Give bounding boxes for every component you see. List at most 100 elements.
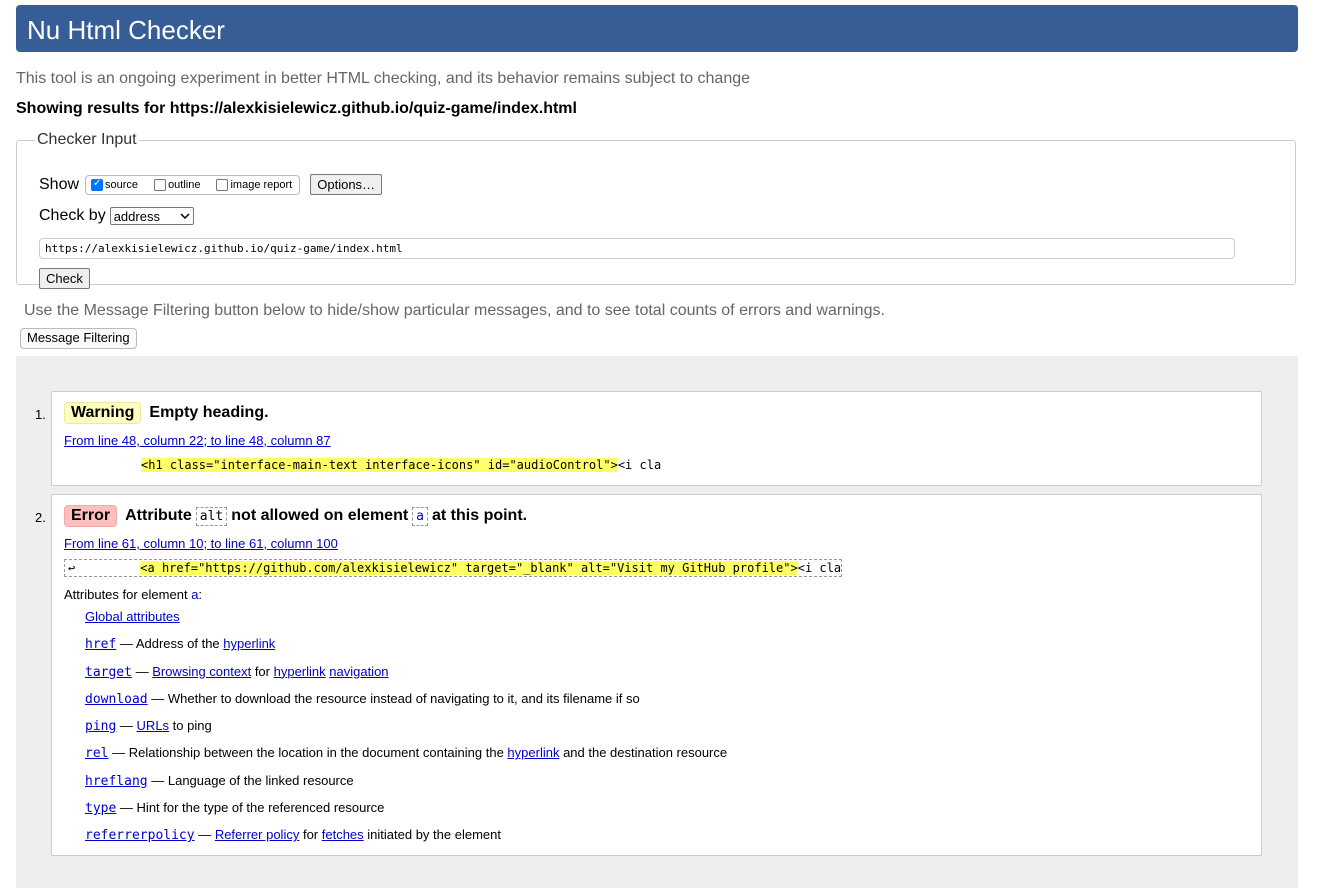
message-text-pre: Attribute [125,507,192,524]
attribute-description: initiated by the element [363,827,501,843]
attribute-name-link[interactable]: type [85,801,116,816]
check-by-select[interactable]: address [109,207,194,225]
message-head: Warning Empty heading. [64,402,269,424]
intro-text: This tool is an ongoing experiment in be… [16,70,751,87]
message-text: Empty heading. [149,404,269,421]
attribute-separator: — [116,800,137,816]
app-header: Nu Html Checker [16,5,1298,52]
check-by-select-value: address [113,208,160,224]
message-filtering-button[interactable]: Message Filtering [20,328,137,349]
attribute-name-link[interactable]: target [85,665,132,680]
show-row: Show source outline image report Options… [39,174,383,195]
message-location-link[interactable]: From line 61, column 10; to line 61, col… [64,536,338,551]
attributes-title: Attributes for element a: [64,587,202,602]
attribute-name-link[interactable]: ping [85,719,116,734]
global-attributes-item: Global attributes [85,608,727,635]
attribute-description: for [251,663,274,679]
attribute-item: download — Whether to download the resou… [85,690,727,717]
definition-link[interactable]: fetches [322,827,364,842]
results-panel: 1. Warning Empty heading. From line 48, … [16,356,1298,888]
attribute-item: type — Hint for the type of the referenc… [85,799,727,826]
attribute-name-link[interactable]: rel [85,746,108,761]
options-button[interactable]: Options… [310,174,383,195]
source-extract: ↩ <a href="https://github.com/alexkisiel… [64,559,843,577]
check-by-label: Check by [39,207,106,224]
attribute-separator: — [108,745,129,761]
attributes-title-text: Attributes for element [64,587,188,602]
message-location-link[interactable]: From line 48, column 22; to line 48, col… [64,433,331,448]
attribute-item: target — Browsing context for hyperlink … [85,663,727,690]
showing-results-text: Showing results for https://alexkisielew… [16,100,577,117]
attribute-name-link[interactable]: download [85,692,148,707]
attribute-description: to ping [169,718,212,734]
attribute-separator: — [116,636,136,652]
show-outline-option[interactable]: outline [152,178,201,191]
attribute-separator: — [147,772,168,788]
definition-link[interactable]: URLs [137,718,170,733]
outline-checkbox[interactable] [154,178,167,191]
message-number: 1. [35,407,46,422]
image-report-checkbox[interactable] [216,178,229,191]
chevron-down-icon [180,213,190,219]
attribute-description: Hint for the type of the referenced reso… [136,800,385,816]
error-badge: Error [64,505,118,527]
attribute-name-link[interactable]: href [85,637,116,652]
url-input[interactable]: https://alexkisielewicz.github.io/quiz-g… [39,238,1235,259]
attribute-item: href — Address of the hyperlink [85,635,727,662]
definition-link[interactable]: hyperlink [223,636,275,651]
message-head: Error Attribute alt not allowed on eleme… [64,505,527,527]
attribute-separator: — [116,718,137,734]
message-text-post: at this point. [432,507,528,524]
show-options-group: source outline image report [85,174,301,195]
definition-link[interactable]: hyperlink [507,745,559,760]
line-break-icon: ↩ [68,561,76,575]
attribute-separator: — [147,690,168,706]
attribute-code: alt [195,506,228,526]
definition-link[interactable]: navigation [329,664,388,679]
attribute-description: Address of the [135,636,224,652]
message-text-mid: not allowed on element [231,507,409,524]
definition-link[interactable]: hyperlink [274,664,326,679]
error-message: Error Attribute alt not allowed on eleme… [51,494,1262,856]
attribute-name-link[interactable]: referrerpolicy [85,828,195,843]
filter-note: Use the Message Filtering button below t… [24,302,885,319]
attribute-description: Language of the linked resource [167,772,354,788]
source-checkbox-label: source [105,178,139,191]
attribute-item: hreflang — Language of the linked resour… [85,772,727,799]
source-checkbox[interactable] [91,178,104,191]
attribute-description: and the destination resource [559,745,728,761]
element-code: a [412,506,428,526]
checker-input-panel: Checker Input Show source outline image … [16,131,1296,289]
warning-message: Warning Empty heading. From line 48, col… [51,391,1262,486]
attribute-item: rel — Relationship between the location … [85,744,727,771]
attributes-title-colon: : [198,587,203,602]
attribute-item: ping — URLs to ping [85,717,727,744]
show-source-option[interactable]: source [89,178,139,191]
source-extract: <h1 class="interface-main-text interface… [141,458,661,472]
show-label: Show [39,175,80,193]
check-button[interactable]: Check [39,268,90,289]
attribute-separator: — [194,827,215,843]
attribute-description: for [299,827,322,843]
page-title: Nu Html Checker [27,15,225,45]
definition-link[interactable]: Browsing context [152,664,251,679]
extract-tail: <i cla [617,458,662,472]
extract-highlight: <h1 class="interface-main-text interface… [141,458,618,472]
extract-highlight: <a href="https://github.com/alexkisielew… [140,561,798,575]
show-image-report-option[interactable]: image report [214,178,293,191]
outline-checkbox-label: outline [168,178,201,191]
image-report-checkbox-label: image report [230,178,293,191]
attribute-separator: — [131,663,153,679]
checker-input-legend: Checker Input [37,131,137,148]
definition-link[interactable]: Referrer policy [215,827,300,842]
attribute-name-link[interactable]: hreflang [85,774,148,789]
attribute-description: Relationship between the location in the… [128,745,508,761]
extract-tail: <i cla [797,561,842,575]
element-code-link[interactable]: a [416,509,424,524]
attribute-item: referrerpolicy — Referrer policy for fet… [85,826,727,853]
global-attributes-link[interactable]: Global attributes [85,609,180,624]
message-number: 2. [35,510,46,525]
attribute-list: Global attributes href — Address of the … [85,608,727,854]
attribute-description: Whether to download the resource instead… [167,690,640,706]
warning-badge: Warning [64,402,142,424]
